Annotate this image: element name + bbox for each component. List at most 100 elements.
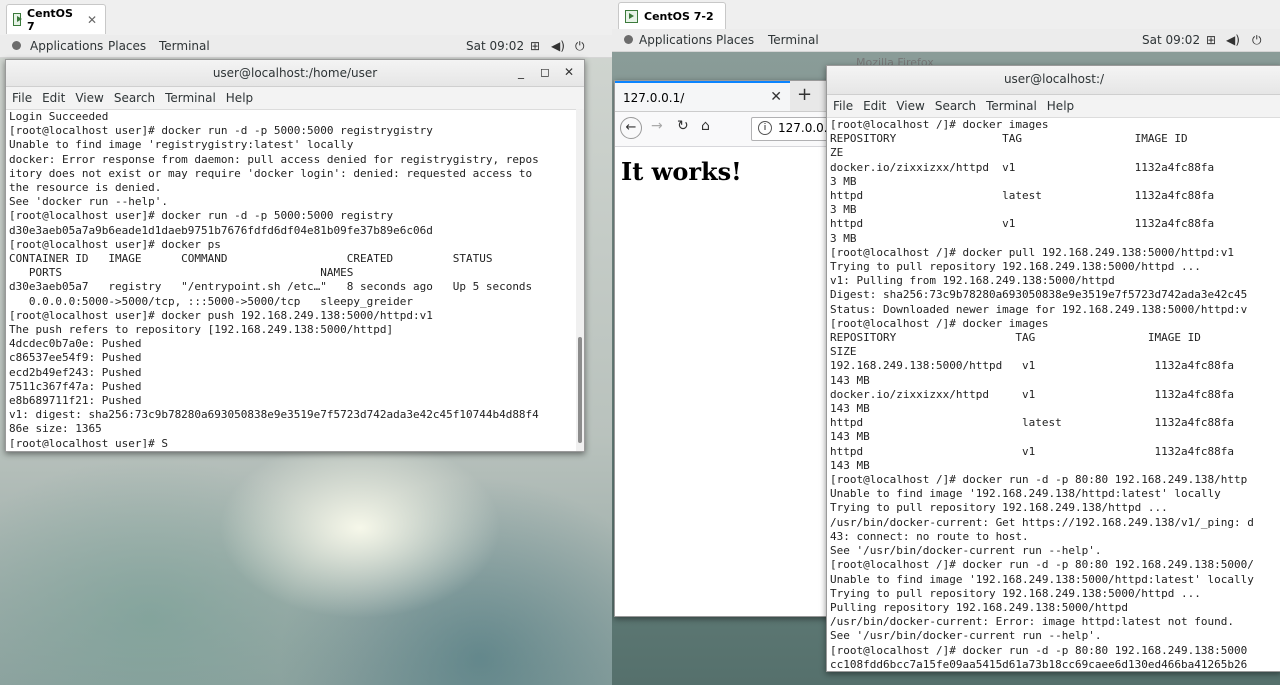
terminal-line: docker: Error response from daemon: pull… <box>9 152 539 166</box>
terminal-line: 3 MB <box>830 231 857 245</box>
left-vm-window: CentOS 7 ✕ Applications Places Terminal … <box>0 0 612 685</box>
tab-title: 127.0.0.1/ <box>623 91 685 105</box>
terminal-line: 43: connect: no route to host. <box>830 529 1029 543</box>
terminal-line: v1: Pulling from 192.168.249.138:5000/ht… <box>830 274 1115 288</box>
terminal-app-menu[interactable]: Terminal <box>159 39 210 53</box>
volume-icon[interactable]: ◀) <box>551 39 565 53</box>
terminal-line: PORTS NAMES <box>9 266 354 280</box>
terminal-line: [root@localhost user]# docker run -d -p … <box>9 209 394 223</box>
menu-file[interactable]: File <box>833 99 853 113</box>
terminal-line: c86537ee54f9: Pushed <box>9 351 142 365</box>
terminal-output[interactable]: [root@localhost /]# docker images REPOSIT… <box>827 118 1278 671</box>
applications-menu[interactable]: Applications <box>30 39 103 53</box>
terminal-window-left[interactable]: user@localhost:/home/user _ ◻ ✕ File Edi… <box>5 59 585 452</box>
terminal-line: 143 MB <box>830 430 870 444</box>
terminal-app-menu[interactable]: Terminal <box>768 33 819 47</box>
menu-view[interactable]: View <box>75 91 103 105</box>
terminal-line: Pulling repository 192.168.249.138:5000/… <box>830 600 1129 614</box>
window-title: user@localhost:/ <box>1003 72 1105 86</box>
back-icon[interactable]: ← <box>620 117 642 139</box>
places-menu[interactable]: Places <box>108 39 146 53</box>
close-icon[interactable]: ✕ <box>87 13 97 27</box>
terminal-line: REPOSITORY TAG IMAGE ID <box>830 331 1201 345</box>
terminal-line: 4dcdec0b7a0e: Pushed <box>9 337 142 351</box>
home-icon[interactable]: ⌂ <box>701 118 710 134</box>
gnome-top-bar: Applications Places Terminal Sat 09:02 ⊞… <box>0 35 612 58</box>
menu-terminal[interactable]: Terminal <box>165 91 216 105</box>
menu-search[interactable]: Search <box>114 91 155 105</box>
clock[interactable]: Sat 09:02 <box>1142 33 1200 47</box>
terminal-line: [root@localhost /]# docker run -d -p 80:… <box>830 473 1248 487</box>
terminal-line: See '/usr/bin/docker-current run --help'… <box>830 544 1102 558</box>
vm-tab-label: CentOS 7 <box>27 6 73 33</box>
menu-search[interactable]: Search <box>935 99 976 113</box>
menu-file[interactable]: File <box>12 91 32 105</box>
terminal-line: ecd2b49ef243: Pushed <box>9 365 142 379</box>
terminal-menubar: File Edit View Search Terminal Help <box>827 95 1280 118</box>
minimize-icon[interactable]: _ <box>514 65 528 79</box>
terminal-line: [root@localhost /]# docker run -d -p 80:… <box>830 643 1248 657</box>
page-heading: It works! <box>621 157 742 186</box>
menu-edit[interactable]: Edit <box>42 91 65 105</box>
terminal-line: See 'docker run --help'. <box>9 195 168 209</box>
terminal-line: v1: digest: sha256:73c9b78280a693050838e… <box>9 408 539 422</box>
terminal-line: httpd v1 1132a4fc88fa <box>830 444 1234 458</box>
vm-tab-centos7-2[interactable]: CentOS 7-2 <box>618 2 726 29</box>
terminal-line: Unable to find image 'registrygistry:lat… <box>9 138 354 152</box>
terminal-line: e8b689711f21: Pushed <box>9 394 142 408</box>
terminal-line: [root@localhost user]# docker push 192.1… <box>9 308 433 322</box>
new-tab-button[interactable]: + <box>797 84 812 105</box>
menu-edit[interactable]: Edit <box>863 99 886 113</box>
volume-icon[interactable]: ◀) <box>1226 33 1240 47</box>
terminal-window-right[interactable]: user@localhost:/ File Edit View Search T… <box>826 65 1280 672</box>
places-menu[interactable]: Places <box>716 33 754 47</box>
menu-help[interactable]: Help <box>226 91 253 105</box>
terminal-line: [root@localhost /]# docker pull 192.168.… <box>830 245 1234 259</box>
terminal-line: [root@localhost user]# S <box>9 436 168 448</box>
terminal-line: docker.io/zixxizxx/httpd v1 1132a4fc88fa <box>830 160 1215 174</box>
applications-menu[interactable]: Applications <box>639 33 712 47</box>
menu-view[interactable]: View <box>896 99 924 113</box>
reload-icon[interactable]: ↻ <box>677 118 689 134</box>
close-icon[interactable]: ✕ <box>562 65 576 79</box>
terminal-line: Login Succeeded <box>9 110 109 123</box>
terminal-titlebar[interactable]: user@localhost:/home/user _ ◻ ✕ <box>6 60 584 87</box>
terminal-line: [root@localhost /]# docker run -d -p 80:… <box>830 558 1254 572</box>
terminal-line: CONTAINER ID IMAGE COMMAND CREATED STATU… <box>9 252 493 266</box>
terminal-line: REPOSITORY TAG IMAGE ID <box>830 132 1188 146</box>
terminal-line: 3 MB <box>830 174 857 188</box>
terminal-line: Trying to pull repository 192.168.249.13… <box>830 586 1201 600</box>
menu-terminal[interactable]: Terminal <box>986 99 1037 113</box>
firefox-tab[interactable]: 127.0.0.1/ ✕ <box>615 81 790 111</box>
close-tab-icon[interactable]: ✕ <box>770 89 782 105</box>
terminal-line: Trying to pull repository 192.168.249.13… <box>830 260 1201 274</box>
info-icon[interactable]: i <box>758 121 772 135</box>
terminal-line: 143 MB <box>830 402 870 416</box>
terminal-line: itory does not exist or may require 'doc… <box>9 166 533 180</box>
terminal-line: [root@localhost /]# docker images <box>830 118 1049 131</box>
terminal-line: the resource is denied. <box>9 181 162 195</box>
power-icon[interactable]: ⏻ <box>1252 33 1262 48</box>
terminal-titlebar[interactable]: user@localhost:/ <box>827 66 1280 95</box>
network-icon[interactable]: ⊞ <box>530 39 540 53</box>
forward-icon[interactable]: → <box>651 118 663 134</box>
vm-tab-centos7[interactable]: CentOS 7 ✕ <box>6 4 106 34</box>
terminal-line: 192.168.249.138:5000/httpd v1 1132a4fc88… <box>830 359 1234 373</box>
terminal-line: Status: Downloaded newer image for 192.1… <box>830 302 1248 316</box>
maximize-icon[interactable]: ◻ <box>538 65 552 79</box>
vm-icon <box>13 13 23 26</box>
power-icon[interactable]: ⏻ <box>575 39 585 54</box>
right-vm-window: CentOS 7-2 Applications Places Terminal … <box>612 0 1280 685</box>
clock[interactable]: Sat 09:02 <box>466 39 524 53</box>
terminal-line: Unable to find image '192.168.249.138/ht… <box>830 487 1221 501</box>
terminal-output[interactable]: Login Succeeded [root@localhost user]# do… <box>6 110 574 448</box>
terminal-line: 7511c367f47a: Pushed <box>9 379 142 393</box>
scrollbar-thumb[interactable] <box>578 337 582 443</box>
terminal-line: [root@localhost user]# docker ps <box>9 237 221 251</box>
network-icon[interactable]: ⊞ <box>1206 33 1216 47</box>
menu-help[interactable]: Help <box>1047 99 1074 113</box>
terminal-line: /usr/bin/docker-current: Error: image ht… <box>830 615 1234 629</box>
scrollbar[interactable] <box>576 109 584 451</box>
vm-tab-bar: CentOS 7-2 <box>612 0 1280 30</box>
terminal-line: [root@localhost /]# docker images <box>830 316 1049 330</box>
